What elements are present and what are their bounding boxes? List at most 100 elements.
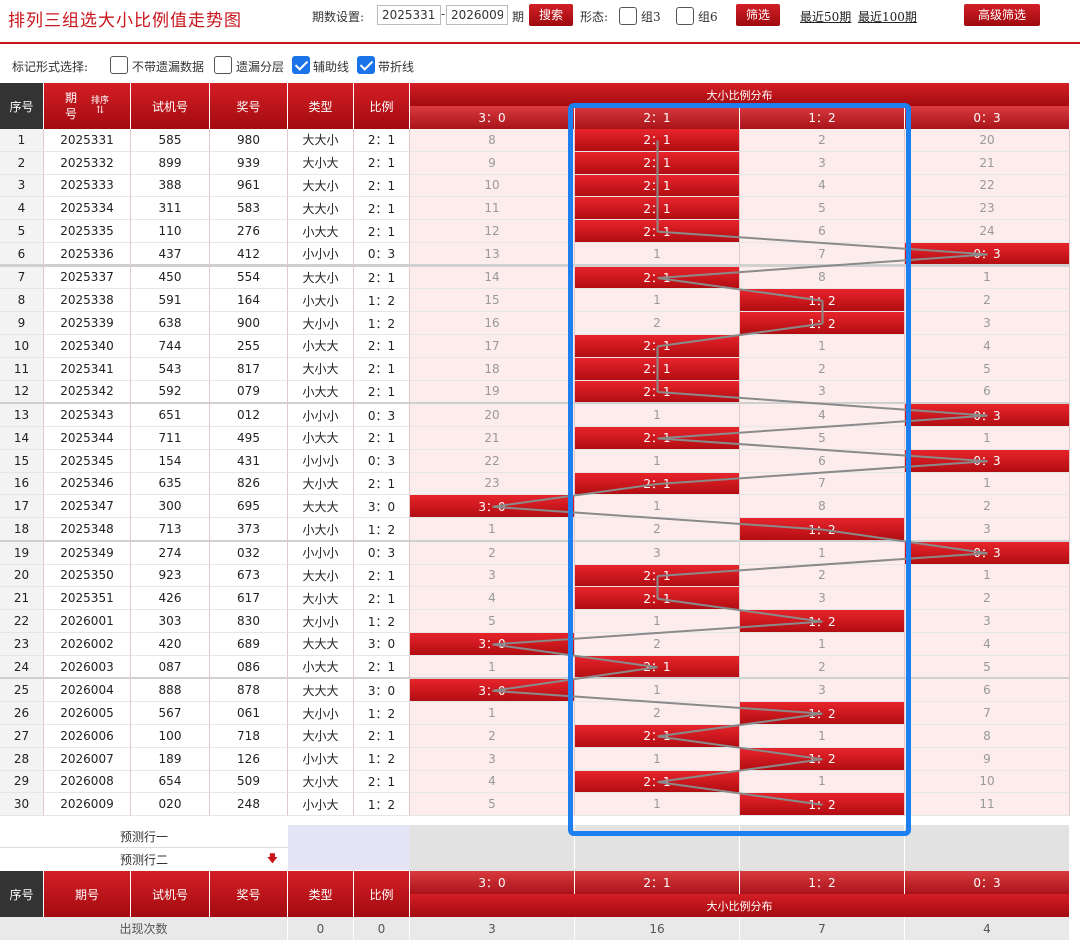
footer-dist-subheader-2: 1：2 — [740, 871, 905, 894]
search-button[interactable]: 搜索 — [529, 4, 573, 26]
cell-ratio: 3：0 — [354, 633, 410, 656]
occurrence-count-0: 3 — [410, 917, 575, 940]
cell-draw: 980 — [210, 129, 288, 152]
dist-miss-cell: 5 — [905, 655, 1070, 679]
cell-period: 2025331 — [44, 129, 131, 152]
cell-draw: 373 — [210, 518, 288, 541]
missing-layer-checkbox[interactable] — [214, 56, 232, 74]
fold-line-label: 带折线 — [378, 60, 415, 74]
dist-hit-cell: 1：2 — [740, 518, 905, 541]
dist-hit-cell: 0：3 — [905, 449, 1070, 473]
predict-1-cell-30[interactable] — [410, 825, 575, 848]
cell-ratio: 1：2 — [354, 518, 410, 541]
predict-input-area[interactable] — [288, 825, 410, 870]
col-header-period[interactable]: 期 号 排序 ⇅ — [44, 83, 131, 129]
dist-miss-cell: 3 — [575, 541, 740, 565]
cell-draw: 900 — [210, 312, 288, 335]
dist-subheader-1: 2：1 — [575, 106, 740, 129]
dist-hit-cell: 2：1 — [575, 129, 740, 152]
dist-miss-cell: 7 — [740, 243, 905, 266]
cell-period: 2025350 — [44, 564, 131, 588]
cell-type: 大大大 — [288, 679, 354, 703]
cell-draw: 248 — [210, 793, 288, 817]
no-missing-checkbox[interactable] — [110, 56, 128, 74]
dist-hit-cell: 2：1 — [575, 472, 740, 496]
group6-checkbox[interactable] — [676, 7, 694, 25]
cell-draw: 509 — [210, 770, 288, 794]
sort-arrows-icon[interactable]: ⇅ — [96, 106, 104, 116]
footer-header-trial: 试机号 — [131, 871, 210, 917]
dist-miss-cell: 1 — [575, 289, 740, 313]
aux-line-checkbox[interactable] — [292, 56, 310, 74]
predict-row-2-text: 预测行二 — [119, 853, 168, 867]
dist-miss-cell: 6 — [905, 679, 1070, 703]
group6-label: 组6 — [698, 10, 718, 24]
predict-1-cell-12[interactable] — [740, 825, 905, 848]
cell-ratio: 2：1 — [354, 427, 410, 450]
cell-idx: 4 — [0, 197, 44, 221]
cell-idx: 7 — [0, 266, 44, 290]
cell-ratio: 2：1 — [354, 564, 410, 588]
cell-idx: 14 — [0, 427, 44, 450]
cell-ratio: 2：1 — [354, 472, 410, 496]
cell-trial: 713 — [131, 518, 210, 541]
cell-period: 2025351 — [44, 587, 131, 611]
predict-2-cell-21[interactable] — [575, 848, 740, 871]
cell-ratio: 2：1 — [354, 335, 410, 358]
cell-type: 大小小 — [288, 312, 354, 335]
cell-idx: 21 — [0, 587, 44, 611]
dist-hit-cell: 0：3 — [905, 541, 1070, 565]
dist-subheader-2: 1：2 — [740, 106, 905, 129]
dist-miss-cell: 21 — [410, 427, 575, 450]
predict-1-cell-03[interactable] — [905, 825, 1070, 848]
cell-trial: 020 — [131, 793, 210, 817]
recent-50-link[interactable]: 最近50期 — [800, 8, 851, 25]
cell-draw: 079 — [210, 380, 288, 404]
predict-row-2-label: 预测行二 🡇 — [0, 848, 288, 871]
cell-draw: 695 — [210, 495, 288, 519]
cell-idx: 29 — [0, 770, 44, 794]
dist-miss-cell: 1 — [575, 793, 740, 817]
cell-trial: 592 — [131, 380, 210, 404]
dist-miss-cell: 11 — [410, 197, 575, 221]
cell-period: 2026005 — [44, 702, 131, 725]
advanced-filter-button[interactable]: 高级筛选 — [964, 4, 1040, 26]
dist-miss-cell: 16 — [410, 312, 575, 335]
period-from-input[interactable] — [377, 5, 441, 25]
dist-miss-cell: 4 — [740, 404, 905, 427]
fold-line-checkbox[interactable] — [357, 56, 375, 74]
dist-hit-cell: 2：1 — [575, 151, 740, 175]
dist-miss-cell: 2 — [575, 518, 740, 541]
dist-miss-cell: 22 — [905, 174, 1070, 198]
footer-header-index: 序号 — [0, 871, 44, 917]
filter-button[interactable]: 筛选 — [736, 4, 780, 26]
predict-2-cell-03[interactable] — [905, 848, 1070, 871]
cell-idx: 28 — [0, 747, 44, 771]
dist-miss-cell: 24 — [905, 220, 1070, 243]
cell-ratio: 1：2 — [354, 793, 410, 817]
dist-miss-cell: 5 — [740, 427, 905, 450]
arrow-down-icon[interactable]: 🡇 — [267, 850, 278, 869]
group3-checkbox[interactable] — [619, 7, 637, 25]
predict-1-cell-21[interactable] — [575, 825, 740, 848]
cell-idx: 13 — [0, 404, 44, 427]
cell-period: 2025347 — [44, 495, 131, 519]
footer-dist-subheader-1: 2：1 — [575, 871, 740, 894]
recent-100-link[interactable]: 最近100期 — [858, 8, 917, 25]
dist-miss-cell: 21 — [905, 151, 1070, 175]
cell-ratio: 2：1 — [354, 151, 410, 175]
cell-period: 2025336 — [44, 243, 131, 266]
cell-trial: 420 — [131, 633, 210, 656]
cell-type: 小小小 — [288, 449, 354, 473]
predict-2-cell-30[interactable] — [410, 848, 575, 871]
cell-ratio: 2：1 — [354, 380, 410, 404]
period-to-input[interactable] — [446, 5, 508, 25]
dist-miss-cell: 3 — [410, 747, 575, 771]
dist-miss-cell: 4 — [410, 587, 575, 611]
cell-type: 大大小 — [288, 564, 354, 588]
cell-ratio: 0：3 — [354, 541, 410, 565]
dist-miss-cell: 4 — [740, 174, 905, 198]
predict-2-cell-12[interactable] — [740, 848, 905, 871]
cell-period: 2026001 — [44, 610, 131, 633]
dist-miss-cell: 9 — [905, 747, 1070, 771]
